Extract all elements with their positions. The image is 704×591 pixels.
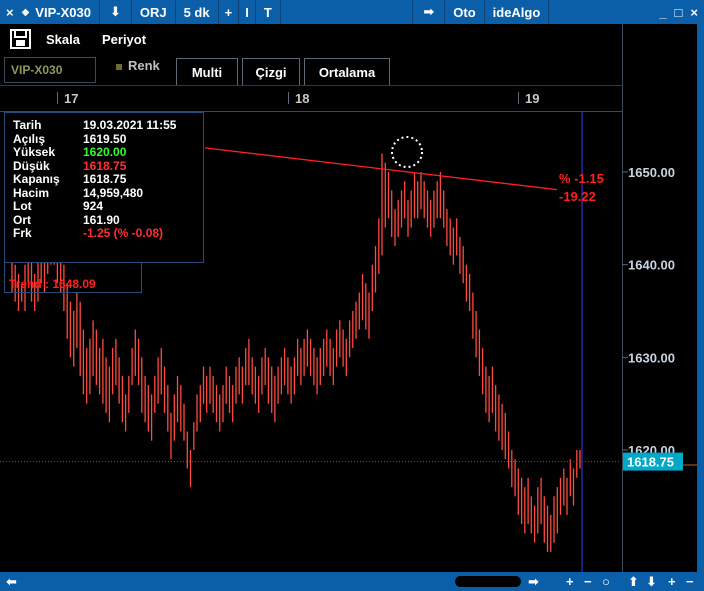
info-row: Lot 924	[13, 199, 203, 214]
peak-marker	[391, 136, 423, 168]
scale-up-icon[interactable]: ⬆	[628, 574, 639, 589]
trend-pct-label: % -1.15	[559, 171, 604, 186]
trend-line[interactable]	[204, 147, 558, 191]
info-panel: Tarih 19.03.2021 11:55 Açılış 1619.50 Yüksek…	[4, 112, 204, 263]
price-label: 1650.00	[628, 165, 675, 180]
info-label: Hacim	[13, 185, 50, 200]
info-value: 161.90	[83, 212, 120, 227]
info-label: Kapanış	[13, 172, 60, 186]
scale-down-icon[interactable]: ⬇	[646, 574, 657, 589]
info-value: -1.25 (% -0.08)	[83, 226, 164, 240]
info-value: 1619.50	[83, 131, 127, 146]
info-label: Düşük	[13, 158, 50, 173]
info-label: Açılış	[13, 131, 46, 146]
price-label: 1640.00	[628, 258, 675, 273]
info-row: Yüksek 1620.00	[13, 145, 203, 160]
info-label: Frk	[13, 226, 32, 240]
info-row: Frk -1.25 (% -0.08)	[13, 226, 203, 241]
info-label: Tarih	[13, 118, 42, 132]
zoom-in-icon[interactable]: +	[566, 574, 574, 589]
scroll-right-icon[interactable]: ➡	[528, 574, 539, 589]
info-value: 1618.75	[83, 158, 127, 173]
last-price-text: 1618.75	[627, 455, 674, 470]
info-value: 19.03.2021 11:55	[83, 118, 177, 132]
info-row: Açılış 1619.50	[13, 131, 203, 147]
info-label: Lot	[13, 199, 32, 213]
trend-value: Trend : 1648.09	[4, 263, 142, 293]
scroll-left-icon[interactable]: ⬅	[6, 574, 17, 589]
info-label: Yüksek	[13, 145, 56, 159]
info-value: 14,959,480	[83, 185, 144, 200]
scroll-thumb[interactable]	[455, 576, 521, 587]
trend-diff-label: -19.22	[559, 189, 596, 204]
zoom-reset-icon[interactable]: ○	[602, 574, 610, 589]
info-row: Hacim 14,959,480	[13, 185, 203, 201]
add-icon[interactable]: +	[668, 574, 676, 589]
price-axis-labels: 1620.001630.001640.001650.00	[622, 165, 675, 458]
remove-icon[interactable]: −	[686, 574, 694, 589]
info-row: Ort 161.90	[13, 212, 203, 228]
info-row: Tarih 19.03.2021 11:55	[13, 118, 203, 133]
info-row: Düşük 1618.75	[13, 158, 203, 174]
bottom-bar: ⬅ ➡ + − ○ ⬆ ⬇ + −	[0, 572, 704, 591]
zoom-out-icon[interactable]: −	[584, 574, 592, 589]
info-value: 1618.75	[83, 172, 127, 186]
info-row: Kapanış 1618.75	[13, 172, 203, 187]
info-label: Ort	[13, 212, 31, 227]
info-value: 1620.00	[83, 145, 127, 159]
price-chart[interactable]: % -1.15 -19.22 1620.00 1630.00 1640.00 1650…	[0, 0, 704, 591]
info-value: 924	[83, 199, 104, 213]
price-label: 1630.00	[628, 350, 675, 365]
